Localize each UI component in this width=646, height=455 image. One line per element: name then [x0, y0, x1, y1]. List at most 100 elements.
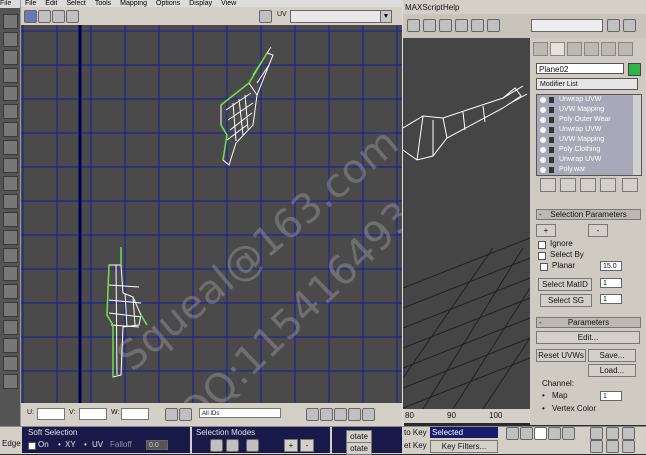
modifier-item[interactable]: Unwrap UVW: [537, 155, 629, 165]
play-icon[interactable]: [534, 427, 547, 440]
next-frame-icon[interactable]: [548, 427, 561, 440]
zoom-extents-icon[interactable]: [348, 408, 361, 421]
utilities-tab-icon[interactable]: [618, 42, 633, 56]
menu-mapping[interactable]: Mapping: [120, 0, 147, 7]
maximize-viewport-icon[interactable]: [622, 440, 635, 453]
save-button[interactable]: Save...: [588, 349, 636, 362]
vertex-mode-icon[interactable]: [210, 439, 223, 452]
rotate-button[interactable]: otate: [346, 442, 372, 455]
tool-icon[interactable]: [3, 122, 18, 137]
load-button[interactable]: Load...: [588, 364, 636, 377]
file-menu-stub[interactable]: File: [0, 0, 20, 8]
u-spinner[interactable]: [37, 408, 65, 420]
parameters-rollout[interactable]: - Parameters: [536, 317, 641, 328]
snap-icon[interactable]: [362, 408, 375, 421]
reset-uvws-button[interactable]: Reset UVWs: [536, 349, 586, 362]
selection-parameters-rollout[interactable]: - Selection Parameters: [536, 209, 641, 220]
remove-modifier-icon[interactable]: [600, 178, 616, 192]
ignore-checkbox[interactable]: [538, 241, 546, 249]
pin-stack-icon[interactable]: [540, 178, 556, 192]
expand-selection-button[interactable]: +: [284, 439, 298, 452]
tool-icon[interactable]: [3, 68, 18, 83]
tool-icon[interactable]: [3, 374, 18, 389]
pan-icon[interactable]: [590, 440, 603, 453]
edge-mode-icon[interactable]: [226, 439, 239, 452]
move-icon[interactable]: [24, 10, 37, 23]
tool-icon[interactable]: [3, 104, 18, 119]
tool-icon[interactable]: [439, 19, 452, 32]
matid-spinner[interactable]: 1: [600, 278, 622, 288]
map-channel-spinner[interactable]: 1: [600, 391, 622, 401]
bulb-icon[interactable]: [540, 157, 546, 163]
auto-key-label[interactable]: to Key: [404, 428, 427, 437]
scale-icon[interactable]: [52, 10, 65, 23]
menu-select[interactable]: Select: [66, 0, 85, 7]
zoom-extents-icon[interactable]: [622, 427, 635, 440]
tool-icon[interactable]: [3, 140, 18, 155]
on-checkbox[interactable]: [28, 442, 36, 450]
tool-icon[interactable]: [607, 19, 620, 32]
modifier-item[interactable]: Poly Clothing: [537, 145, 629, 155]
filter-icon[interactable]: [179, 408, 192, 421]
texture-icon[interactable]: [259, 10, 272, 23]
tool-icon[interactable]: [3, 284, 18, 299]
motion-tab-icon[interactable]: [584, 42, 599, 56]
zoom-icon[interactable]: [590, 427, 603, 440]
contract-selection-button[interactable]: -: [300, 439, 314, 452]
zoom-all-icon[interactable]: [606, 427, 619, 440]
perspective-viewport[interactable]: [403, 38, 530, 409]
w-spinner[interactable]: [121, 408, 149, 420]
modifier-stack[interactable]: Unwrap UVW UVW Mapping Poly Outer Wear U…: [536, 94, 642, 176]
tool-icon[interactable]: [3, 194, 18, 209]
bulb-icon[interactable]: [540, 137, 546, 143]
texture-dropdown[interactable]: ▼: [290, 10, 392, 23]
modify-tab-icon[interactable]: [550, 42, 565, 56]
menu-options[interactable]: Options: [156, 0, 180, 7]
tool-icon[interactable]: [455, 19, 468, 32]
stack-scrollbar[interactable]: [633, 95, 641, 175]
modifier-item[interactable]: Unwrap UVW: [537, 125, 629, 135]
hierarchy-tab-icon[interactable]: [567, 42, 582, 56]
edit-button[interactable]: Edit...: [536, 331, 640, 344]
menu-file[interactable]: File: [25, 0, 36, 7]
grow-selection-button[interactable]: +: [536, 224, 556, 237]
map-radio-dot[interactable]: •: [542, 391, 545, 400]
falloff-spinner[interactable]: 0.0: [146, 440, 168, 450]
bulb-icon[interactable]: [540, 107, 546, 113]
bulb-icon[interactable]: [540, 127, 546, 133]
set-key-label[interactable]: et Key: [404, 441, 427, 450]
key-filters-button[interactable]: Key Filters...: [430, 440, 498, 453]
modifier-item[interactable]: UVW Mapping: [537, 135, 629, 145]
show-end-result-icon[interactable]: [560, 178, 576, 192]
make-unique-icon[interactable]: [580, 178, 596, 192]
object-name-field[interactable]: Plane02: [536, 63, 624, 74]
menu-view[interactable]: View: [221, 0, 236, 7]
modifier-item[interactable]: Unwrap UVW: [537, 95, 629, 105]
select-sg-button[interactable]: Select SG: [540, 294, 592, 307]
bulb-icon[interactable]: [540, 97, 546, 103]
select-by-checkbox[interactable]: [538, 252, 546, 260]
select-matid-button[interactable]: Select MatID: [538, 278, 592, 291]
sg-spinner[interactable]: 1: [600, 294, 622, 304]
orbit-icon[interactable]: [606, 440, 619, 453]
tool-icon[interactable]: [471, 19, 484, 32]
shrink-selection-button[interactable]: -: [588, 224, 608, 237]
face-mode-icon[interactable]: [246, 439, 259, 452]
v-spinner[interactable]: [79, 408, 107, 420]
tool-icon[interactable]: [3, 86, 18, 101]
tool-icon[interactable]: [3, 14, 18, 29]
menu-display[interactable]: Display: [189, 0, 212, 7]
tool-icon[interactable]: [3, 248, 18, 263]
pan-hand-icon[interactable]: [306, 408, 319, 421]
tool-icon[interactable]: [3, 338, 18, 353]
tool-icon[interactable]: [423, 19, 436, 32]
tool-icon[interactable]: [407, 19, 420, 32]
create-tab-icon[interactable]: [533, 42, 548, 56]
xy-radio-dot[interactable]: •: [58, 440, 61, 449]
lock-icon[interactable]: [165, 408, 178, 421]
tool-icon[interactable]: [487, 19, 500, 32]
tool-icon[interactable]: [3, 32, 18, 47]
key-selection-dropdown[interactable]: Selected: [430, 427, 498, 438]
bulb-icon[interactable]: [540, 147, 546, 153]
menu-tools[interactable]: Tools: [95, 0, 111, 7]
